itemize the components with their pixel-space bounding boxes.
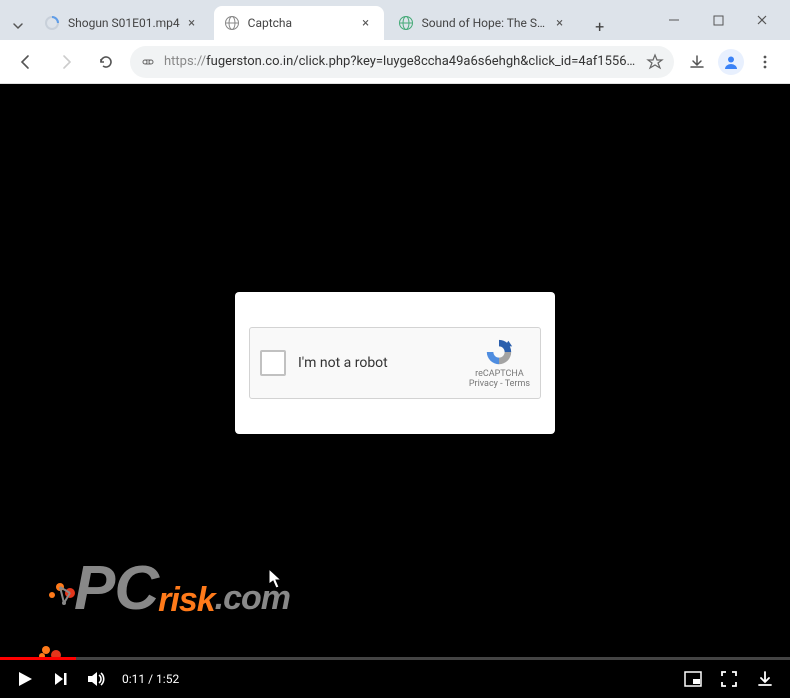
- video-time: 0:11 / 1:52: [122, 672, 179, 686]
- tab-label: Shogun S01E01.mp4: [68, 16, 180, 30]
- mouse-cursor-icon: [268, 568, 284, 590]
- globe-icon: [398, 15, 414, 31]
- captcha-checkbox[interactable]: [260, 350, 286, 376]
- menu-icon[interactable]: [750, 47, 780, 77]
- watermark-text: PC risk .com: [74, 558, 290, 620]
- new-tab-button[interactable]: +: [586, 12, 614, 40]
- window-controls: [654, 6, 782, 40]
- play-button[interactable]: [14, 668, 36, 690]
- globe-icon: [224, 15, 240, 31]
- fullscreen-icon[interactable]: [718, 668, 740, 690]
- minimize-button[interactable]: [654, 6, 694, 34]
- tab-label: Captcha: [248, 16, 354, 30]
- recaptcha-links[interactable]: Privacy - Terms: [469, 379, 530, 389]
- captcha-widget: I'm not a robot reCAPTCHA Privacy - Term…: [249, 327, 541, 399]
- close-icon[interactable]: ×: [358, 15, 374, 31]
- tab-label: Sound of Hope: The Story o: [422, 16, 548, 30]
- volume-icon[interactable]: [86, 668, 108, 690]
- browser-toolbar: https://fugerston.co.in/click.php?key=lu…: [0, 40, 790, 84]
- tab-search-button[interactable]: [8, 12, 28, 40]
- bookmark-star-icon[interactable]: [646, 53, 664, 71]
- close-window-button[interactable]: [742, 6, 782, 34]
- back-button[interactable]: [10, 46, 42, 78]
- video-player-bar: 0:11 / 1:52: [0, 660, 790, 698]
- page-content: I'm not a robot reCAPTCHA Privacy - Term…: [0, 84, 790, 698]
- recaptcha-name: reCAPTCHA: [475, 369, 524, 379]
- captcha-card: I'm not a robot reCAPTCHA Privacy - Term…: [235, 292, 555, 434]
- mini-player-icon[interactable]: [682, 668, 704, 690]
- profile-avatar[interactable]: [718, 49, 744, 75]
- download-video-icon[interactable]: [754, 668, 776, 690]
- watermark-dots-icon: [40, 569, 80, 609]
- browser-titlebar: Shogun S01E01.mp4 × Captcha × Sound of H…: [0, 0, 790, 40]
- toolbar-right-icons: [682, 47, 780, 77]
- tab-2[interactable]: Captcha ×: [214, 6, 384, 40]
- tab-1[interactable]: Shogun S01E01.mp4 ×: [34, 6, 210, 40]
- captcha-label: I'm not a robot: [298, 355, 469, 371]
- site-info-icon[interactable]: [140, 54, 156, 70]
- next-button[interactable]: [50, 668, 72, 690]
- downloads-icon[interactable]: [682, 47, 712, 77]
- watermark: PC risk .com: [40, 558, 290, 620]
- address-bar[interactable]: https://fugerston.co.in/click.php?key=lu…: [130, 46, 674, 78]
- close-icon[interactable]: ×: [552, 15, 568, 31]
- url-text: https://fugerston.co.in/click.php?key=lu…: [164, 54, 638, 69]
- recaptcha-icon: [484, 337, 514, 367]
- recaptcha-brand: reCAPTCHA Privacy - Terms: [469, 337, 530, 389]
- close-icon[interactable]: ×: [184, 15, 200, 31]
- maximize-button[interactable]: [698, 6, 738, 34]
- spinner-icon: [44, 15, 60, 31]
- reload-button[interactable]: [90, 46, 122, 78]
- forward-button: [50, 46, 82, 78]
- tab-3[interactable]: Sound of Hope: The Story o ×: [388, 6, 578, 40]
